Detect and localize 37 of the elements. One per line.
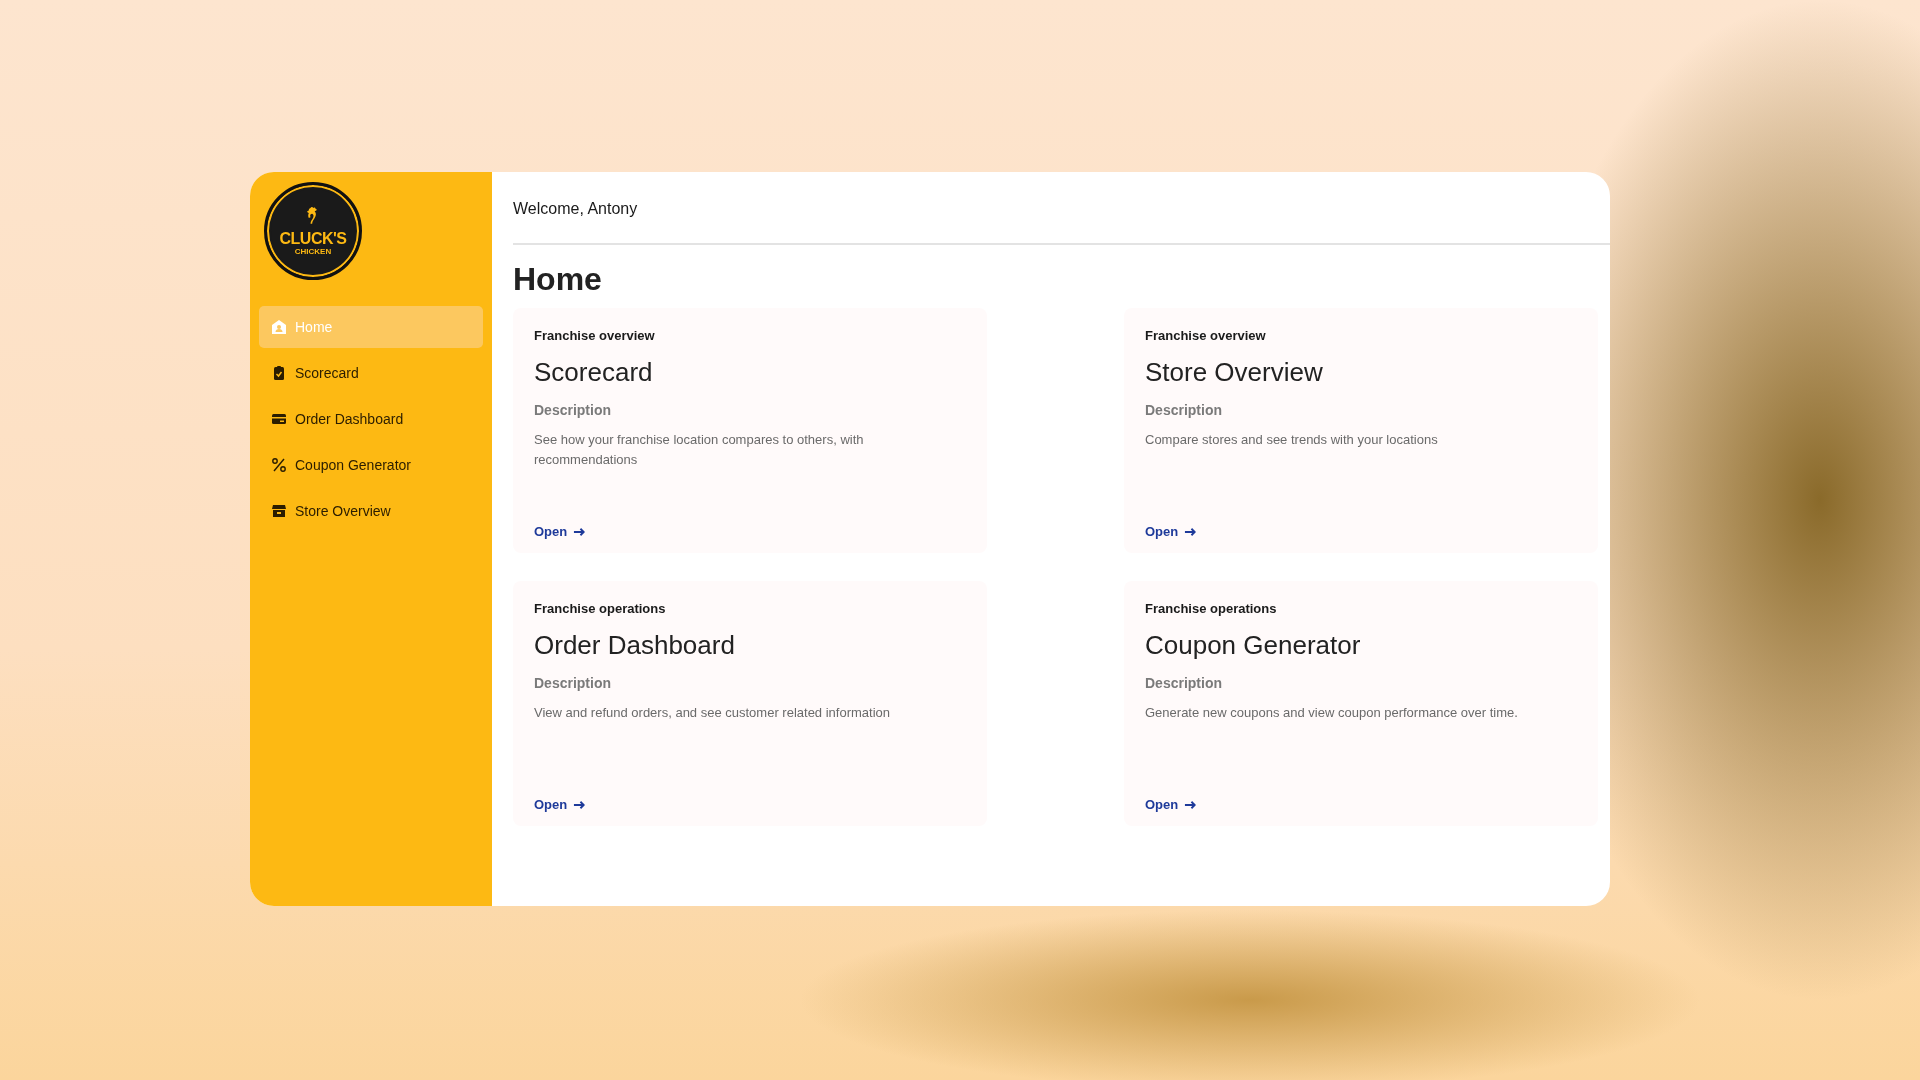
card-title: Scorecard [534, 357, 653, 388]
sidebar-item[interactable]: Order Dashboard [259, 398, 483, 440]
credit-card-icon [271, 411, 287, 427]
open-link[interactable]: Open [1145, 797, 1198, 812]
card-category: Franchise overview [1145, 328, 1266, 343]
arrow-right-icon [573, 799, 587, 810]
arrow-right-icon [1184, 799, 1198, 810]
open-link[interactable]: Open [534, 797, 587, 812]
arrow-right-icon [573, 526, 587, 537]
arrow-right-icon [1184, 526, 1198, 537]
home-icon [271, 319, 287, 335]
description-label: Description [534, 675, 611, 691]
description-label: Description [1145, 675, 1222, 691]
sidebar-item[interactable]: Store Overview [259, 490, 483, 532]
logo-subtext: CHICKEN [294, 246, 332, 257]
store-icon [271, 503, 287, 519]
welcome-text: Welcome, Antony [513, 198, 638, 218]
card-description: View and refund orders, and see customer related information [534, 704, 890, 722]
card-category: Franchise operations [534, 601, 666, 616]
open-link[interactable]: Open [534, 524, 587, 539]
card-title: Order Dashboard [534, 630, 735, 661]
sidebar-item[interactable]: Coupon Generator [259, 444, 483, 486]
page-title: Home [513, 261, 603, 298]
card-title: Coupon Generator [1145, 630, 1361, 661]
clipboard-check-icon [271, 365, 287, 381]
card-category: Franchise overview [534, 328, 655, 343]
description-label: Description [1145, 402, 1222, 418]
card-description: Compare stores and see trends with your locations [1145, 431, 1438, 449]
sidebar-item[interactable]: Scorecard [259, 352, 483, 394]
card-description: Generate new coupons and view coupon performance over time. [1145, 704, 1518, 722]
open-link[interactable]: Open [1145, 524, 1198, 539]
card-category: Franchise operations [1145, 601, 1277, 616]
card-description: See how your franchise location compares to others, with recommendations [534, 431, 865, 469]
description-label: Description [534, 402, 611, 418]
logo-text: CLUCK'S [279, 229, 347, 247]
percent-icon [271, 457, 287, 473]
card-title: Store Overview [1145, 357, 1323, 388]
